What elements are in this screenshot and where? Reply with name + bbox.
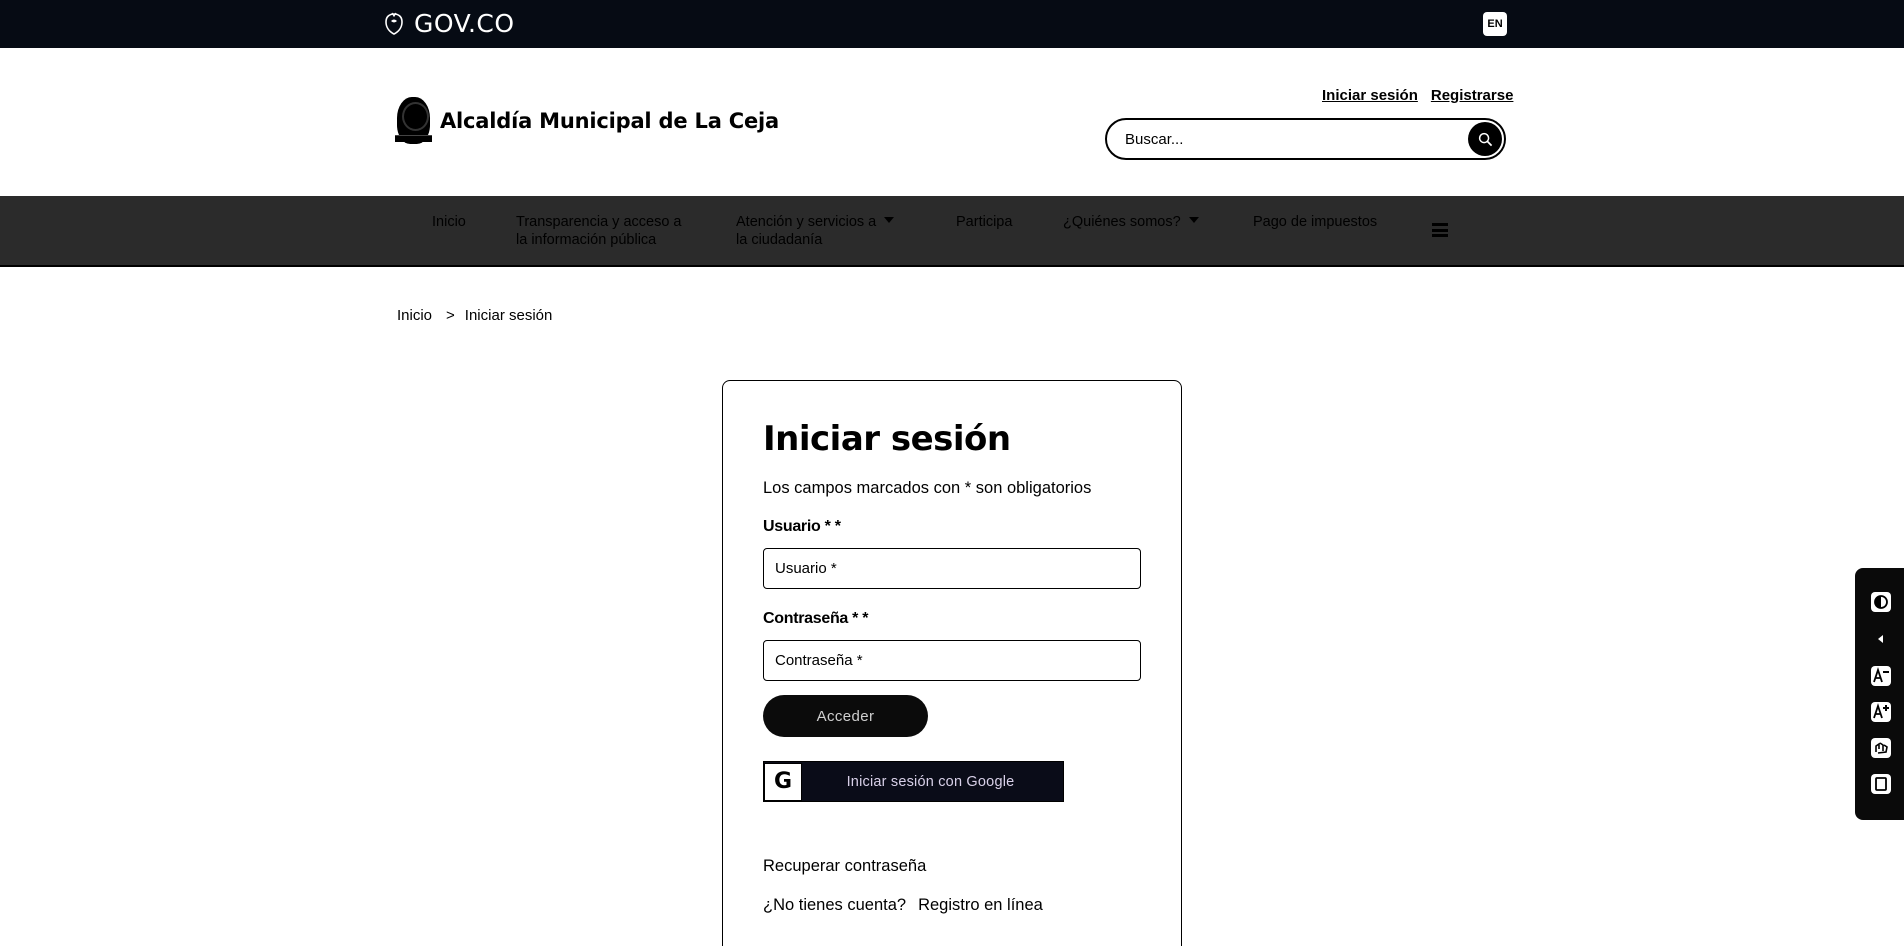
- login-title: Iniciar sesión: [763, 419, 1011, 459]
- chevron-down-icon: [1188, 217, 1199, 224]
- nav-item-label-line2: la ciudadanía: [736, 232, 823, 248]
- chevron-right-icon: >: [446, 307, 455, 324]
- search-icon: [1478, 132, 1492, 146]
- recover-password-link[interactable]: Recuperar contraseña: [763, 857, 926, 876]
- decrease-font-icon[interactable]: [1870, 665, 1892, 687]
- google-login-button[interactable]: G Iniciar sesión con Google: [763, 761, 1064, 802]
- reader-icon[interactable]: [1870, 773, 1892, 795]
- govco-top-bar: GOV.CO EN: [0, 0, 1904, 48]
- no-account-text: ¿No tienes cuenta?: [763, 896, 907, 914]
- breadcrumb-current: Iniciar sesión: [464, 307, 553, 324]
- increase-font-icon[interactable]: [1870, 701, 1892, 723]
- chevron-down-icon: [884, 217, 895, 224]
- submit-login-button[interactable]: Acceder: [763, 695, 928, 737]
- nav-item-label-line2: la información pública: [516, 232, 657, 248]
- govco-logo[interactable]: GOV.CO: [383, 9, 515, 38]
- google-icon: G: [764, 762, 802, 801]
- nav-item-label: Pago de impuestos: [1253, 214, 1378, 230]
- collapse-arrow-icon[interactable]: [1870, 628, 1892, 650]
- password-field[interactable]: [763, 640, 1141, 681]
- main-navigation: Inicio Transparencia y acceso a la infor…: [0, 196, 1904, 267]
- google-login-label: Iniciar sesión con Google: [846, 773, 1015, 790]
- password-label: Contraseña * *: [763, 610, 869, 627]
- login-card: Iniciar sesión Los campos marcados con *…: [722, 380, 1182, 946]
- header-register-link[interactable]: Registrarse: [1431, 87, 1514, 104]
- site-header: Alcaldía Municipal de La Ceja Iniciar se…: [0, 48, 1904, 196]
- accessibility-bar: [1855, 568, 1904, 820]
- site-name[interactable]: Alcaldía Municipal de La Ceja: [440, 109, 779, 133]
- nav-item-transparencia[interactable]: Transparencia y acceso a la información …: [516, 213, 682, 249]
- required-fields-note: Los campos marcados con * son obligatori…: [763, 479, 1092, 497]
- search-button[interactable]: [1468, 122, 1502, 156]
- nav-item-participa[interactable]: Participa: [956, 213, 1012, 231]
- hamburger-menu-icon[interactable]: [1432, 223, 1448, 237]
- municipal-logo-image[interactable]: [395, 97, 432, 144]
- nav-item-pago-impuestos[interactable]: Pago de impuestos: [1253, 213, 1377, 231]
- nav-item-inicio[interactable]: Inicio: [432, 213, 466, 231]
- nav-item-quienes-somos[interactable]: ¿Quiénes somos?: [1063, 213, 1199, 231]
- header-login-link[interactable]: Iniciar sesión: [1322, 87, 1418, 104]
- nav-item-label: Atención y servicios a: [736, 214, 877, 230]
- header-auth-links: Iniciar sesión Registrarse: [1322, 87, 1513, 104]
- breadcrumb: Inicio > Iniciar sesión: [397, 307, 552, 324]
- govco-shield-icon: [385, 12, 403, 35]
- no-account-row: ¿No tienes cuenta? Registro en línea: [763, 896, 1043, 915]
- language-toggle-button[interactable]: EN: [1483, 12, 1507, 36]
- nav-item-atencion[interactable]: Atención y servicios a la ciudadanía: [736, 213, 895, 249]
- search-box: [1105, 118, 1506, 160]
- nav-item-label: Inicio: [432, 214, 466, 230]
- sign-language-icon[interactable]: [1870, 737, 1892, 759]
- username-label: Usuario * *: [763, 518, 841, 535]
- register-online-link[interactable]: Registro en línea: [918, 896, 1043, 915]
- username-field[interactable]: [763, 548, 1141, 589]
- breadcrumb-home-link[interactable]: Inicio: [397, 307, 432, 324]
- nav-item-label: Participa: [956, 214, 1013, 230]
- nav-item-label: Transparencia y acceso a: [516, 214, 682, 230]
- contrast-icon[interactable]: [1870, 591, 1892, 613]
- search-input[interactable]: [1125, 129, 1445, 149]
- nav-item-label: ¿Quiénes somos?: [1063, 214, 1181, 230]
- govco-logo-text: GOV.CO: [414, 9, 515, 38]
